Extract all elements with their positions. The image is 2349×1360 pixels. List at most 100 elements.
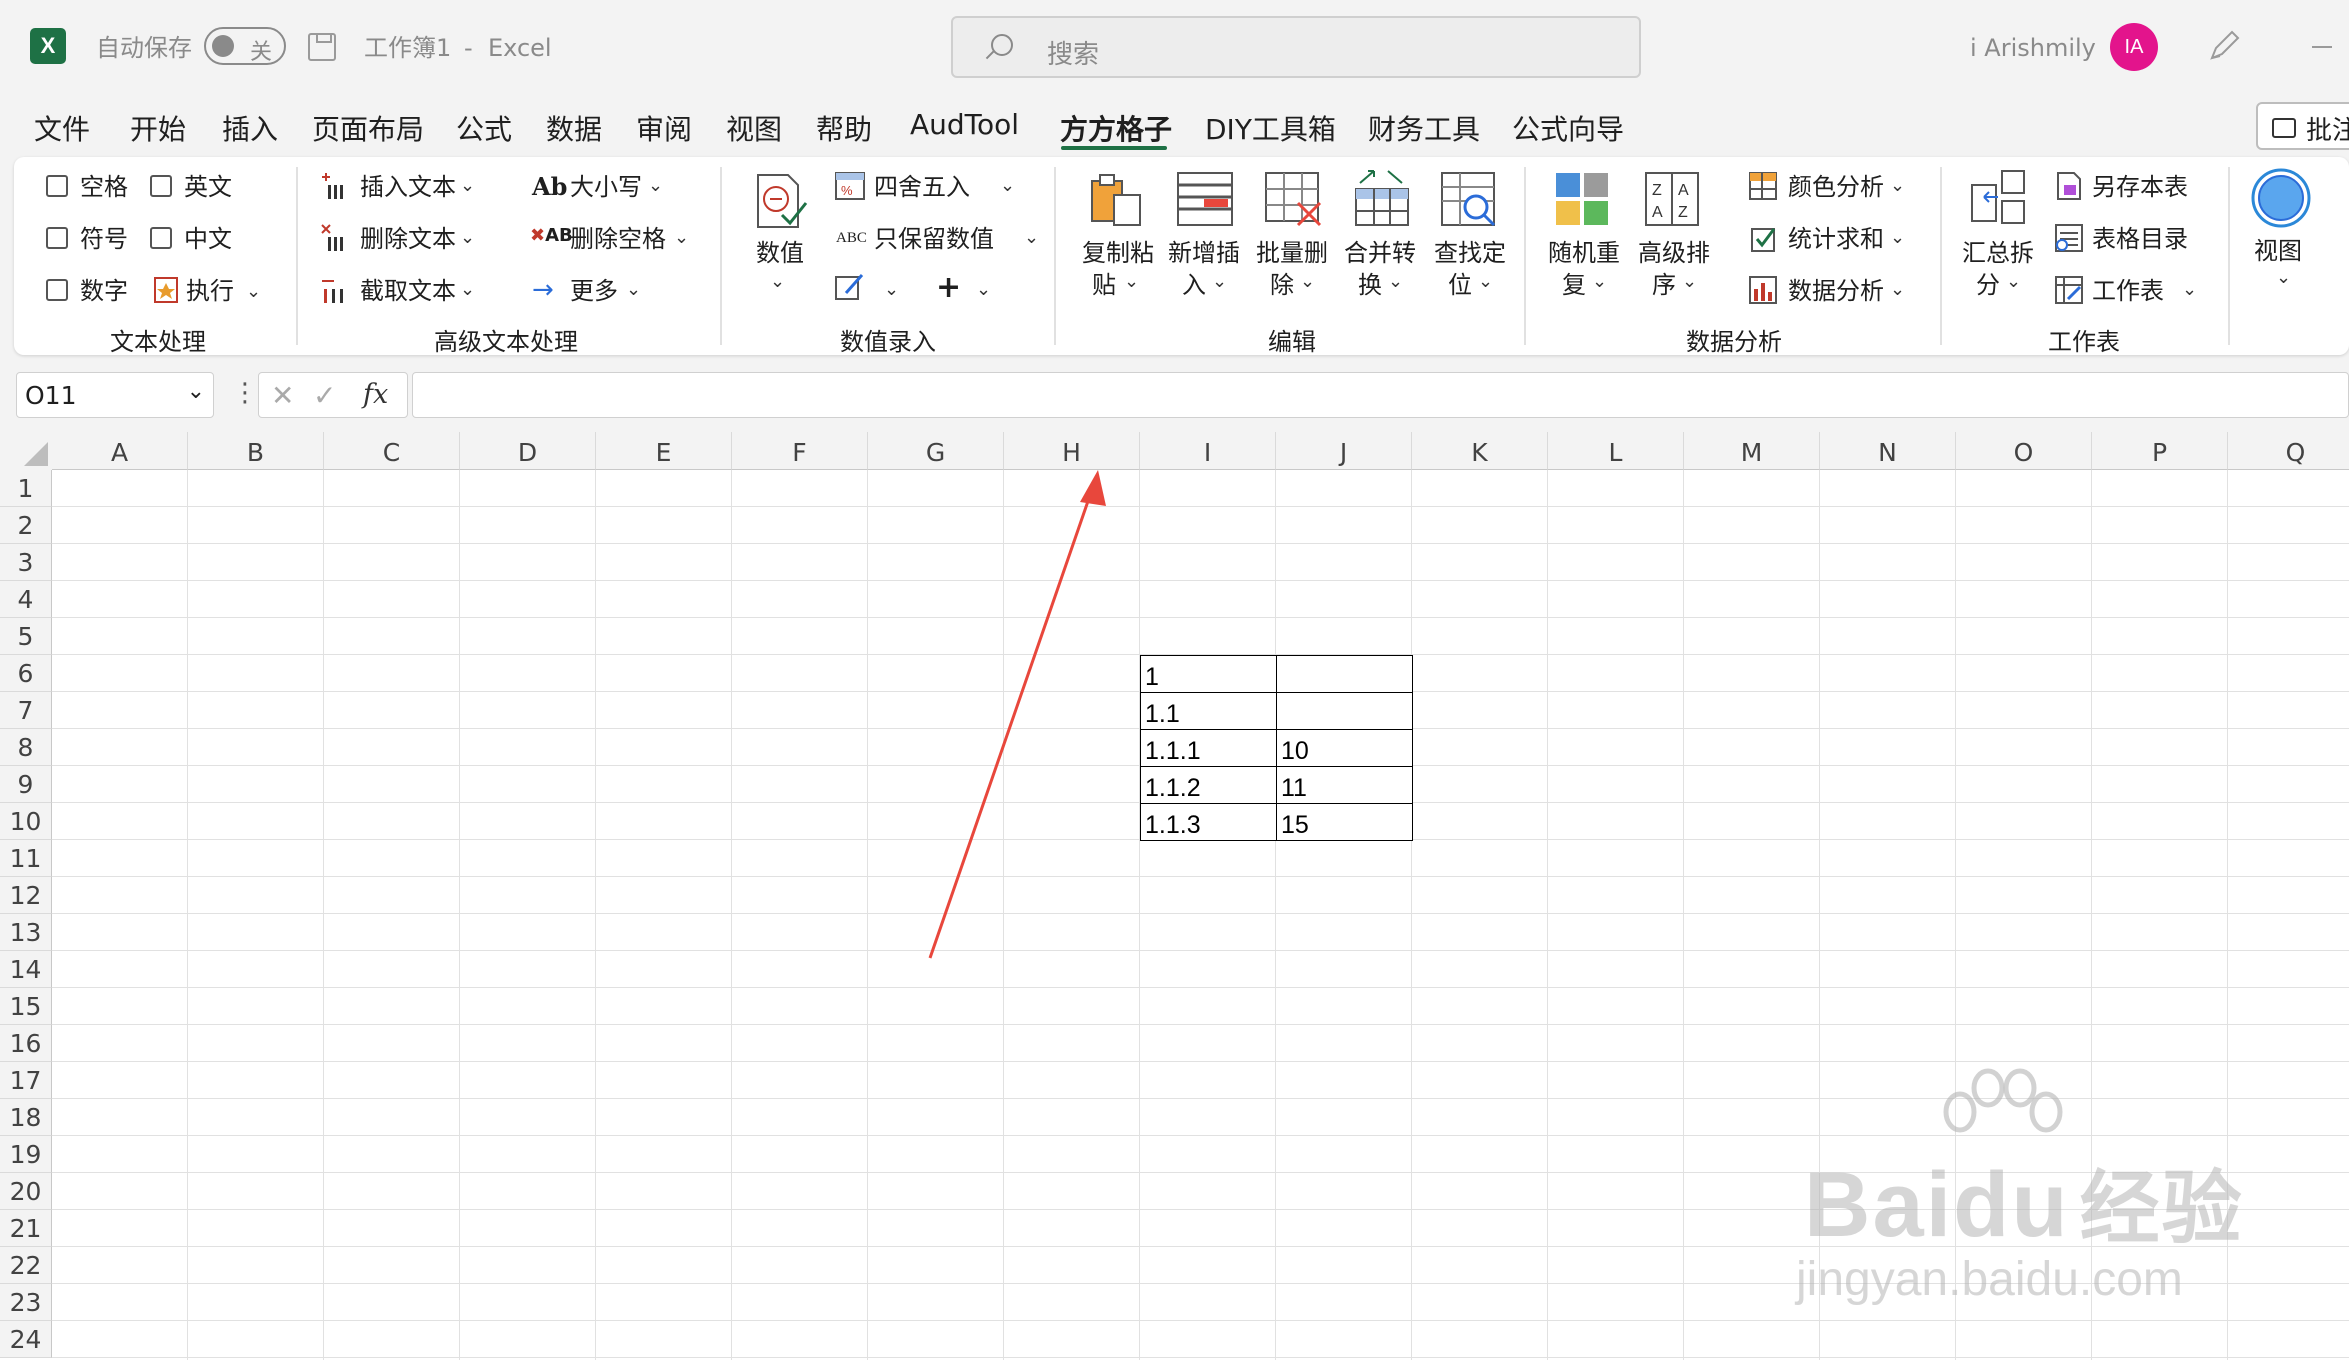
extract-text-icon[interactable] xyxy=(320,275,346,305)
cell-J9[interactable]: 11 xyxy=(1276,766,1413,804)
view-chevron-icon[interactable]: ⌄ xyxy=(2276,269,2291,287)
row-header-5[interactable]: 5 xyxy=(0,618,52,655)
sum-stats-button[interactable]: 统计求和 xyxy=(1788,227,1884,251)
sheet-toc-icon[interactable] xyxy=(2054,223,2084,253)
save-sheet-icon[interactable] xyxy=(2054,171,2084,201)
tab-finance-tools[interactable]: 财务工具 xyxy=(1368,108,1480,148)
row-header-17[interactable]: 17 xyxy=(0,1062,52,1099)
chevron-down-icon[interactable]: ⌄ xyxy=(187,379,205,404)
insert-function-icon[interactable]: fx xyxy=(363,379,388,410)
insert-text-icon[interactable] xyxy=(320,171,346,201)
user-name[interactable]: i Arishmily xyxy=(1970,36,2096,60)
column-header-I[interactable]: I xyxy=(1140,432,1276,470)
execute-button[interactable]: 执行 xyxy=(186,279,234,303)
checkbox-english[interactable] xyxy=(150,175,172,197)
add-insert-chevron-icon[interactable]: ⌄ xyxy=(1212,273,1227,291)
cell-J8[interactable]: 10 xyxy=(1276,729,1413,767)
column-header-N[interactable]: N xyxy=(1820,432,1956,470)
column-header-D[interactable]: D xyxy=(460,432,596,470)
tab-formulas[interactable]: 公式 xyxy=(456,108,512,148)
tab-data[interactable]: 数据 xyxy=(546,108,602,148)
cell-J6[interactable] xyxy=(1276,655,1413,693)
formula-input[interactable] xyxy=(412,372,2349,418)
data-analysis-button[interactable]: 数据分析 xyxy=(1788,279,1884,303)
random-repeat-chevron-icon[interactable]: ⌄ xyxy=(1592,273,1607,291)
cell-I9[interactable]: 1.1.2 xyxy=(1140,766,1277,804)
column-header-K[interactable]: K xyxy=(1412,432,1548,470)
color-analysis-icon[interactable] xyxy=(1748,171,1778,201)
search-box[interactable]: 搜索 xyxy=(951,16,1641,78)
worksheet-chevron-icon[interactable]: ⌄ xyxy=(2182,281,2197,299)
numeric-button[interactable]: 数值 xyxy=(756,241,804,265)
confirm-icon[interactable]: ✓ xyxy=(313,379,336,412)
find-locate-button-line2[interactable]: 位 xyxy=(1448,273,1472,297)
column-header-F[interactable]: F xyxy=(732,432,868,470)
autosave-toggle[interactable]: 关 xyxy=(204,27,286,65)
cell-I7[interactable]: 1.1 xyxy=(1140,692,1277,730)
view-icon[interactable] xyxy=(2250,167,2312,229)
row-header-11[interactable]: 11 xyxy=(0,840,52,877)
spreadsheet-grid[interactable]: ABCDEFGHIJKLMNOPQ 1 2 3 4 5 6 7 8 9 10 11 12 13 14 15 1… xyxy=(0,432,2349,1360)
checkbox-chinese[interactable] xyxy=(150,227,172,249)
row-header-4[interactable]: 4 xyxy=(0,581,52,618)
tab-diy-toolbox[interactable]: DIY工具箱 xyxy=(1205,108,1336,148)
color-analysis-button[interactable]: 颜色分析 xyxy=(1788,175,1884,199)
numeric-icon[interactable] xyxy=(752,171,808,231)
row-header-2[interactable]: 2 xyxy=(0,507,52,544)
avatar[interactable]: IA xyxy=(2110,23,2158,71)
add-insert-button-line1[interactable]: 新增插 xyxy=(1168,241,1240,265)
column-header-A[interactable]: A xyxy=(52,432,188,470)
tab-insert[interactable]: 插入 xyxy=(222,108,278,148)
find-locate-chevron-icon[interactable]: ⌄ xyxy=(1478,273,1493,291)
remove-space-chevron-icon[interactable]: ⌄ xyxy=(674,229,689,247)
edit-sheet-chevron-icon[interactable]: ⌄ xyxy=(884,281,899,299)
name-box[interactable]: O11 ⌄ xyxy=(16,372,214,418)
tab-help[interactable]: 帮助 xyxy=(816,108,872,148)
checkbox-symbol[interactable] xyxy=(46,227,68,249)
cell-I6[interactable]: 1 xyxy=(1140,655,1277,693)
remove-space-button[interactable]: 删除空格 xyxy=(570,227,666,251)
delete-text-chevron-icon[interactable]: ⌄ xyxy=(460,229,475,247)
tab-review[interactable]: 审阅 xyxy=(636,108,692,148)
find-locate-icon[interactable] xyxy=(1438,167,1500,229)
find-locate-button-line1[interactable]: 查找定 xyxy=(1434,241,1506,265)
row-header-24[interactable]: 24 xyxy=(0,1321,52,1358)
random-repeat-button-line1[interactable]: 随机重 xyxy=(1548,241,1620,265)
save-sheet-button[interactable]: 另存本表 xyxy=(2092,175,2188,199)
row-header-8[interactable]: 8 xyxy=(0,729,52,766)
delete-text-button[interactable]: 删除文本 xyxy=(360,227,456,251)
column-header-O[interactable]: O xyxy=(1956,432,2092,470)
minimize-icon[interactable] xyxy=(2312,46,2332,48)
worksheet-button[interactable]: 工作表 xyxy=(2092,279,2164,303)
batch-delete-button-line1[interactable]: 批量删 xyxy=(1256,241,1328,265)
row-header-22[interactable]: 22 xyxy=(0,1247,52,1284)
merge-split-icon[interactable] xyxy=(1968,167,2030,229)
advanced-sort-icon[interactable]: Z A A Z xyxy=(1642,169,1704,229)
column-header-J[interactable]: J xyxy=(1276,432,1412,470)
cell-I8[interactable]: 1.1.1 xyxy=(1140,729,1277,767)
batch-delete-chevron-icon[interactable]: ⌄ xyxy=(1300,273,1315,291)
more-options-icon[interactable]: ⋮ xyxy=(232,378,258,408)
advanced-sort-chevron-icon[interactable]: ⌄ xyxy=(1682,273,1697,291)
sheet-toc-button[interactable]: 表格目录 xyxy=(2092,227,2188,251)
remove-space-icon[interactable]: ✖AB xyxy=(530,227,573,245)
select-all-corner[interactable] xyxy=(0,432,52,470)
round-icon[interactable]: % xyxy=(834,171,866,201)
row-header-9[interactable]: 9 xyxy=(0,766,52,803)
column-header-M[interactable]: M xyxy=(1684,432,1820,470)
view-button[interactable]: 视图 xyxy=(2254,239,2302,263)
checkbox-number[interactable] xyxy=(46,279,68,301)
notes-button[interactable]: 批注 xyxy=(2256,102,2349,150)
execute-icon[interactable] xyxy=(152,275,180,305)
merge-split-button-line1[interactable]: 汇总拆 xyxy=(1962,241,2034,265)
save-icon[interactable] xyxy=(308,33,336,61)
row-header-20[interactable]: 20 xyxy=(0,1173,52,1210)
sum-stats-icon[interactable] xyxy=(1748,223,1778,253)
column-header-C[interactable]: C xyxy=(324,432,460,470)
delete-text-icon[interactable] xyxy=(320,223,346,253)
row-header-15[interactable]: 15 xyxy=(0,988,52,1025)
pen-icon[interactable] xyxy=(2206,28,2242,64)
merge-split-chevron-icon[interactable]: ⌄ xyxy=(2006,273,2021,291)
edit-sheet-icon[interactable] xyxy=(834,271,866,303)
cell-I10[interactable]: 1.1.3 xyxy=(1140,803,1277,841)
